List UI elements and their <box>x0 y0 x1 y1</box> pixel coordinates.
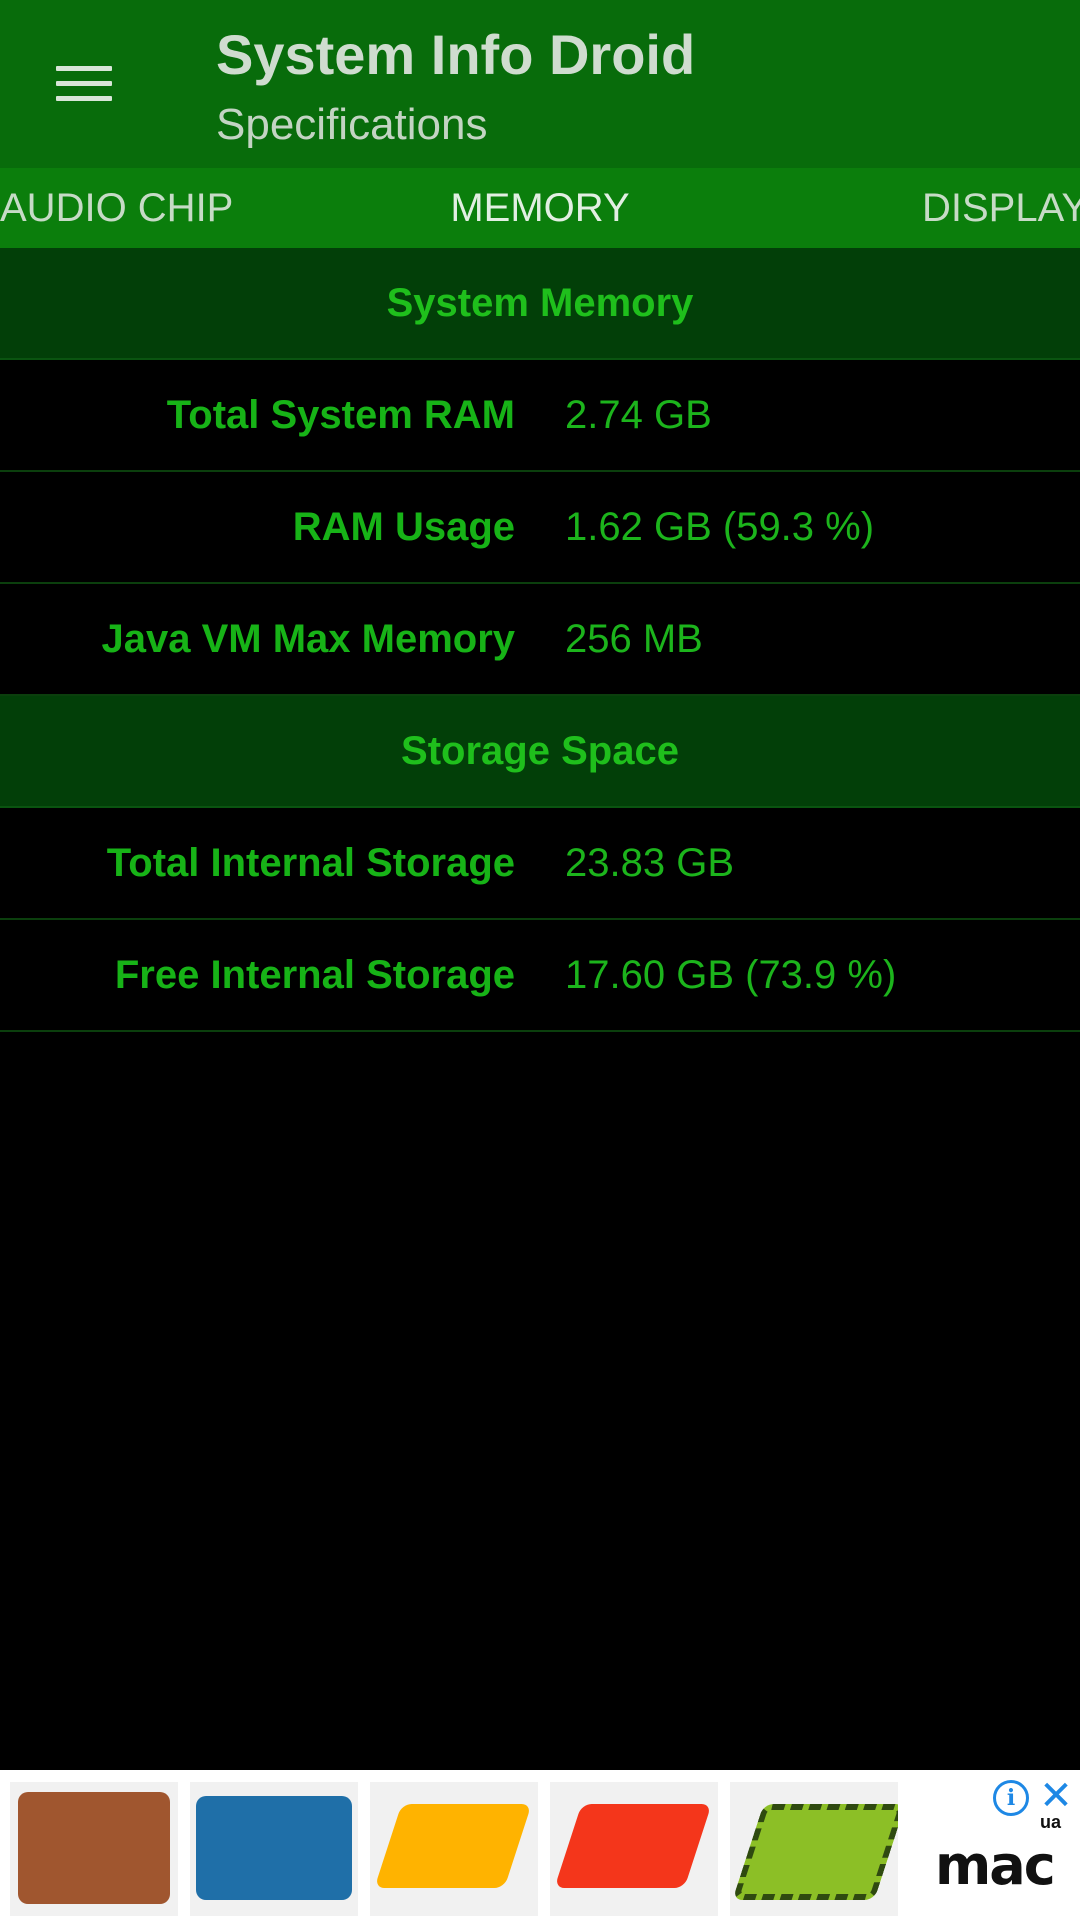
app-root: System Info Droid Specifications AUDIO C… <box>0 0 1080 1920</box>
info-icon[interactable]: i <box>993 1780 1029 1816</box>
row-value: 256 MB <box>565 617 703 661</box>
close-icon[interactable]: ✕ <box>1036 1776 1076 1816</box>
info-row-java-vm-max-memory: Java VM Max Memory 256 MB <box>0 584 1080 696</box>
ad-banner[interactable] <box>0 1770 1080 1920</box>
section-header-system-memory: System Memory <box>0 248 1080 360</box>
section-header-storage-space: Storage Space <box>0 696 1080 808</box>
info-row-total-system-ram: Total System RAM 2.74 GB <box>0 360 1080 472</box>
ad-brand-logo: mac <box>935 1834 1056 1897</box>
row-label: Java VM Max Memory <box>101 617 515 661</box>
ad-product-camo-case[interactable] <box>730 1782 898 1916</box>
ad-product-blue-sleeve[interactable] <box>190 1782 358 1916</box>
ad-product-yellow-case[interactable] <box>370 1782 538 1916</box>
tab-display[interactable]: DISPLAY <box>922 168 1080 248</box>
info-row-free-internal-storage: Free Internal Storage 17.60 GB (73.9 %) <box>0 920 1080 1032</box>
hamburger-menu-icon <box>56 64 112 104</box>
ad-brand-suffix: ua <box>1040 1812 1062 1832</box>
ad-product-brown-sleeve[interactable] <box>10 1782 178 1916</box>
row-label: Total System RAM <box>166 393 515 437</box>
row-value: 2.74 GB <box>565 393 712 437</box>
row-label: Free Internal Storage <box>114 953 515 997</box>
row-value: 23.83 GB <box>565 841 735 885</box>
app-bar: System Info Droid Specifications <box>0 0 1080 168</box>
tab-bar: AUDIO CHIP MEMORY DISPLAY <box>0 168 1080 248</box>
app-subtitle: Specifications <box>216 100 488 149</box>
row-label: Total Internal Storage <box>106 841 515 885</box>
tab-memory[interactable]: MEMORY <box>0 168 1080 248</box>
ad-product-red-case[interactable] <box>550 1782 718 1916</box>
info-row-ram-usage: RAM Usage 1.62 GB (59.3 %) <box>0 472 1080 584</box>
info-row-total-internal-storage: Total Internal Storage 23.83 GB <box>0 808 1080 920</box>
app-title: System Info Droid <box>216 23 696 86</box>
row-value: 1.62 GB (59.3 %) <box>565 505 875 549</box>
row-value: 17.60 GB (73.9 %) <box>565 953 897 997</box>
row-label: RAM Usage <box>292 505 515 549</box>
menu-button[interactable] <box>30 34 138 134</box>
